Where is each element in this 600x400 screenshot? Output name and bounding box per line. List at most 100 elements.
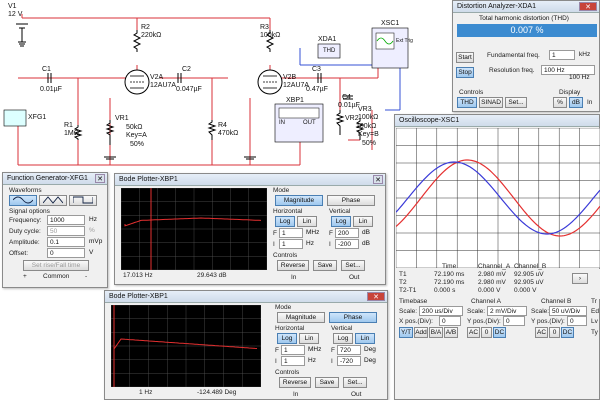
ba-button[interactable]: B/A: [429, 327, 443, 338]
bode2-h-lin-button[interactable]: Lin: [299, 333, 319, 344]
fund-freq-unit: kHz: [579, 51, 591, 58]
triangle-wave-button[interactable]: [39, 195, 67, 206]
start-button[interactable]: Start: [456, 52, 474, 63]
xsc1-ext: Ext Trig: [396, 38, 413, 44]
chb-zero-button[interactable]: 0: [549, 327, 560, 338]
oscilloscope-screen[interactable]: [396, 128, 600, 268]
square-wave-button[interactable]: [69, 195, 97, 206]
duty-input[interactable]: 50: [47, 226, 85, 236]
trigger-label: Tr: [591, 298, 597, 305]
bode2-save-button[interactable]: Save: [315, 377, 339, 388]
offset-unit: V: [89, 249, 94, 256]
thd-button[interactable]: THD: [457, 97, 477, 108]
bode2-magnitude-button[interactable]: Magnitude: [277, 312, 325, 323]
bode1-h-lin-button[interactable]: Lin: [297, 216, 317, 227]
bode2-vi-input[interactable]: -720: [337, 356, 361, 366]
funcgen-titlebar[interactable]: Function Generator-XFG1 ✕: [3, 173, 107, 185]
bode2-hi-input[interactable]: 1: [281, 356, 305, 366]
set-button[interactable]: Set...: [505, 97, 527, 108]
bode1-hf-unit: MHz: [306, 229, 320, 236]
bode1-save-button[interactable]: Save: [313, 260, 337, 271]
bode1-cursor-value: 29.643 dB: [197, 272, 227, 279]
chb-dc-button[interactable]: DC: [561, 327, 574, 338]
bode2-title: Bode Plotter-XBP1: [109, 293, 168, 300]
bode2-mode-label: Mode: [275, 304, 292, 311]
bode2-reverse-button[interactable]: Reverse: [279, 377, 311, 388]
bode2-set-button[interactable]: Set...: [343, 377, 367, 388]
stop-button[interactable]: Stop: [456, 67, 474, 78]
bode2-titlebar[interactable]: Bode Plotter-XBP1 ✕: [105, 291, 387, 303]
scroll-right-button[interactable]: ›: [572, 273, 588, 284]
timebase-scale-input[interactable]: 200 us/Div: [419, 306, 463, 316]
db-button[interactable]: dB: [569, 97, 583, 108]
bode2-vf-input[interactable]: 720: [337, 345, 361, 355]
bode1-hf-input[interactable]: 1: [279, 228, 303, 238]
bode2-vi-label: I: [331, 358, 333, 365]
bode2-vf-unit: Deg: [364, 346, 376, 353]
bode2-hf-input[interactable]: 1: [281, 345, 305, 355]
cha-ac-button[interactable]: AC: [467, 327, 480, 338]
xsc1-label: XSC1: [381, 20, 400, 27]
chb-ac-button[interactable]: AC: [535, 327, 548, 338]
sine-wave-button[interactable]: [9, 195, 37, 206]
bode2-hf-unit: MHz: [308, 346, 322, 353]
bode2-controls-label: Controls: [275, 369, 300, 376]
bode2-vi-unit: Deg: [364, 357, 376, 364]
oscilloscope-titlebar[interactable]: Oscilloscope-XSC1: [395, 115, 599, 127]
t1-chb: 92.905 uV: [514, 271, 544, 278]
distortion-titlebar[interactable]: Distortion Analyzer-XDA1 ✕: [453, 1, 599, 13]
vr1-value: 50kΩ: [126, 124, 143, 131]
bode1-titlebar[interactable]: Bode Plotter-XBP1 ✕: [115, 174, 385, 186]
bode2-h-log-button[interactable]: Log: [277, 333, 297, 344]
chb-ypos-input[interactable]: 0: [567, 316, 587, 326]
bode1-mode-label: Mode: [273, 187, 290, 194]
percent-button[interactable]: %: [553, 97, 567, 108]
bode1-set-button[interactable]: Set...: [341, 260, 365, 271]
bode1-vi-input[interactable]: -200: [335, 239, 359, 249]
bode2-v-log-button[interactable]: Log: [333, 333, 353, 344]
bode1-vf-label: F: [329, 230, 333, 237]
edge-label: Ed: [591, 308, 599, 315]
bode1-vf-input[interactable]: 200: [335, 228, 359, 238]
amplitude-input[interactable]: 0.1: [47, 237, 85, 247]
bode2-phase-button[interactable]: Phase: [329, 312, 377, 323]
bode1-v-lin-button[interactable]: Lin: [353, 216, 373, 227]
close-icon[interactable]: ✕: [95, 174, 105, 183]
cha-ypos-input[interactable]: 0: [503, 316, 525, 326]
bode1-hf-label: F: [273, 230, 277, 237]
bode1-phase-button[interactable]: Phase: [327, 195, 375, 206]
fund-freq-label: Fundamental freq.: [487, 52, 540, 59]
rise-fall-button[interactable]: Set rise/Fall time: [23, 260, 89, 271]
offset-input[interactable]: 0: [47, 248, 85, 258]
bode1-in-label: In: [291, 274, 297, 281]
bode1-plot[interactable]: [121, 188, 267, 270]
bode1-hi-input[interactable]: 1: [279, 239, 303, 249]
add-button[interactable]: Add: [414, 327, 428, 338]
chb-scale-input[interactable]: 50 uV/Div: [549, 306, 587, 316]
cha-zero-button[interactable]: 0: [481, 327, 492, 338]
fund-freq-input[interactable]: 1: [549, 50, 575, 60]
bode2-plot[interactable]: [111, 305, 261, 387]
frequency-input[interactable]: 1000: [47, 215, 85, 225]
bode1-h-log-button[interactable]: Log: [275, 216, 295, 227]
yt-button[interactable]: Y/T: [399, 327, 413, 338]
bode1-reverse-button[interactable]: Reverse: [277, 260, 309, 271]
v2b-name: V2B: [283, 74, 297, 81]
cha-dc-button[interactable]: DC: [493, 327, 506, 338]
vr2-value: 100kΩ: [356, 123, 377, 130]
ab-button[interactable]: A/B: [444, 327, 458, 338]
bode1-v-log-button[interactable]: Log: [331, 216, 351, 227]
cha-scale-input[interactable]: 2 mV/Div: [487, 306, 527, 316]
minus-terminal-label: -: [85, 273, 88, 280]
sinad-button[interactable]: SINAD: [479, 97, 503, 108]
close-icon[interactable]: ✕: [579, 2, 597, 11]
bode2-v-lin-button[interactable]: Lin: [355, 333, 375, 344]
vr1-key: Key=A: [126, 132, 147, 139]
close-icon[interactable]: ✕: [373, 175, 383, 184]
close-icon[interactable]: ✕: [367, 292, 385, 301]
xpos-input[interactable]: 0: [439, 316, 461, 326]
c2-value: 0.047µF: [176, 86, 202, 93]
bode2-cursor-freq: 1 Hz: [139, 389, 153, 396]
bode1-magnitude-button[interactable]: Magnitude: [275, 195, 323, 206]
vr2-key: Key=B: [358, 131, 379, 138]
